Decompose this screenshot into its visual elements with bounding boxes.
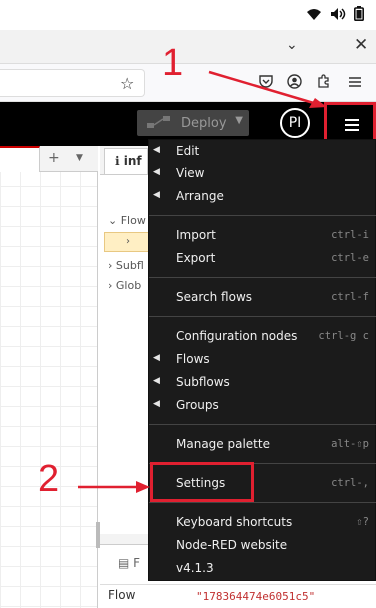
menu-item-node-red-website[interactable]: Node-RED website [149,535,376,557]
browser-tab-strip: ⌄ ✕ [0,30,376,64]
submenu-arrow-icon: ◀ [153,399,160,409]
tab-list-chevron-icon[interactable]: ⌄ [286,37,298,53]
tree-item-subflows[interactable]: › Subfl [108,259,144,272]
wifi-icon [306,7,322,25]
submenu-arrow-icon: ◀ [153,145,160,155]
menu-item-keyboard-shortcuts[interactable]: Keyboard shortcuts ⇧? [149,512,376,534]
deploy-icon [147,115,171,132]
close-icon[interactable]: ✕ [354,35,368,55]
flow-workspace[interactable] [0,146,98,608]
menu-item-version: v4.1.3 [176,561,214,575]
chevron-right-icon[interactable]: › [126,236,130,247]
info-icon: ℹ [115,154,124,168]
add-flow-icon[interactable]: + [48,150,60,166]
hamburger-icon [345,119,359,121]
menu-item-configuration-nodes[interactable]: Configuration nodes ctrl-g c [149,326,376,348]
menu-item-edit[interactable]: ◀ Edit [149,141,376,163]
submenu-arrow-icon: ◀ [153,190,160,200]
submenu-arrow-icon: ◀ [153,353,160,363]
menu-divider [149,316,376,317]
deploy-label: Deploy [181,115,227,131]
workspace-tab-bar: + ▼ [0,146,98,172]
tab-flow[interactable] [0,146,40,172]
info-key: Flow [108,588,136,602]
tab-list-caret-icon[interactable]: ▼ [76,153,83,163]
menu-item-subflows[interactable]: ◀ Subflows [149,372,376,394]
info-value: "178364474e6051c5" [196,590,316,603]
menu-item-import[interactable]: Import ctrl-i [149,225,376,247]
menu-item-export[interactable]: Export ctrl-e [149,248,376,270]
status-bar [0,0,376,30]
volume-icon [330,7,346,25]
annotation-step-2: 2 [38,458,60,500]
annotation-arrow-1 [208,70,327,108]
menu-item-manage-palette[interactable]: Manage palette alt-⇧p [149,434,376,456]
url-bar[interactable]: ☆ [0,69,145,97]
tree-item-global[interactable]: › Glob [108,279,141,292]
submenu-arrow-icon: ◀ [153,376,160,386]
menu-divider [149,424,376,425]
menu-item-view[interactable]: ◀ View [149,163,376,185]
annotation-arrow-2 [78,481,150,493]
star-icon[interactable]: ☆ [120,74,134,93]
menu-item-flows[interactable]: ◀ Flows [149,349,376,371]
flow-icon: ▤ F [118,556,141,570]
submenu-arrow-icon: ◀ [153,167,160,177]
menu-divider [149,502,376,503]
annotation-step-1: 1 [162,42,184,84]
menu-icon[interactable] [348,74,362,92]
deploy-caret-icon[interactable]: ▼ [235,115,243,126]
tab-info[interactable]: ℹ inf [104,148,148,174]
menu-item-search-flows[interactable]: Search flows ctrl-f [149,287,376,309]
annotation-highlight-settings [150,462,254,502]
tab-info-label: inf [123,154,142,168]
battery-icon [354,6,364,25]
tree-item-flows[interactable]: ⌄ Flow [108,214,146,227]
menu-divider [149,215,376,216]
menu-item-groups[interactable]: ◀ Groups [149,395,376,417]
menu-divider [149,277,376,278]
main-menu-dropdown: ◀ Edit ◀ View ◀ Arrange Import ctrl-i Ex… [148,139,376,581]
menu-item-arrange[interactable]: ◀ Arrange [149,186,376,208]
